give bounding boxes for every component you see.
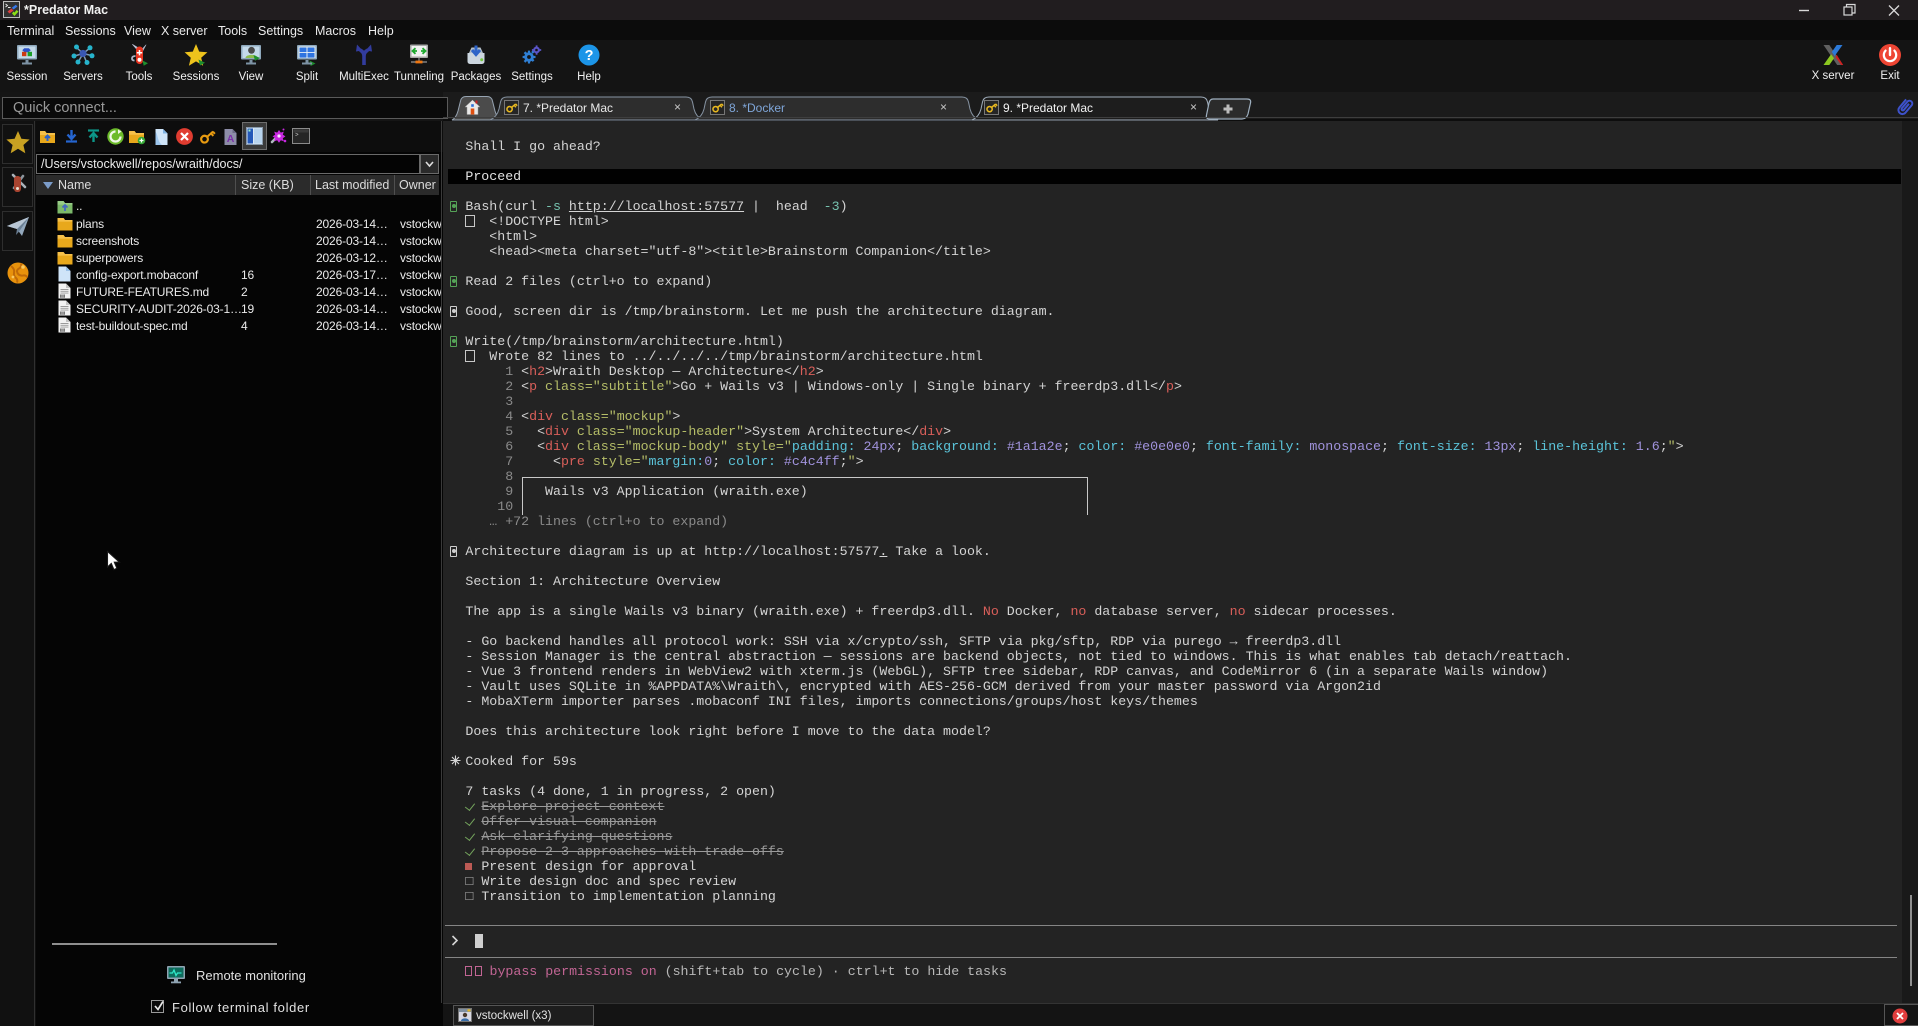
svg-text:A: A [227,133,235,145]
svg-text:?: ? [585,48,594,64]
svg-text:>: > [295,132,299,139]
